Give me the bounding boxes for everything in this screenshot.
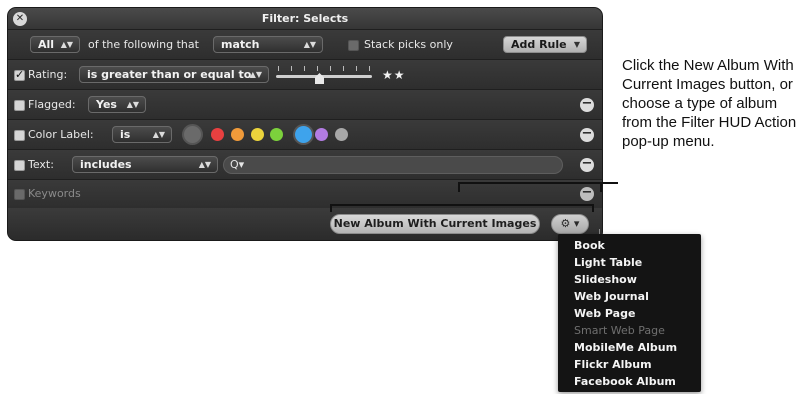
menu-item[interactable]: Facebook Album [558,373,701,390]
window-title: Filter: Selects [261,12,349,25]
flagged-checkbox[interactable] [14,100,25,111]
remove-rule-button[interactable]: − [580,97,594,112]
of-following-text: of the following that [88,38,199,51]
color-swatch[interactable] [251,128,264,141]
hud-footer: New Album With Current Images ⚙ ▾ [8,208,602,240]
match-value: match [221,38,260,51]
color-label-operator-popup[interactable]: is ▲▼ [112,126,172,143]
flagged-row: Flagged: Yes ▲▼ − [8,90,602,120]
menu-item[interactable]: MobileMe Album [558,339,701,356]
chevron-updown-icon: ▲▼ [198,160,211,169]
callout-line [600,182,618,184]
color-swatch[interactable] [315,128,328,141]
slider-tick [317,66,318,71]
chevron-updown-icon: ▲▼ [152,130,165,139]
keywords-label: Keywords [28,187,81,200]
add-rule-button[interactable]: Add Rule ▼ [503,36,587,53]
search-input[interactable]: Q▾ [223,156,563,174]
stack-picks-label: Stack picks only [364,38,453,51]
rating-operator-popup[interactable]: is greater than or equal to ▲▼ [79,66,269,83]
menu-item[interactable]: Flickr Album [558,356,701,373]
action-menu-button[interactable]: ⚙ ▾ [551,214,589,234]
remove-rule-button[interactable]: − [580,127,594,142]
chevron-updown-icon: ▲▼ [60,40,73,49]
slider-tick [304,66,305,71]
chevron-updown-icon: ▲▼ [126,100,139,109]
flagged-value: Yes [96,98,117,111]
text-label: Text: [28,158,54,171]
color-swatch[interactable] [184,126,201,143]
gear-icon: ⚙ ▾ [560,217,580,230]
callout-bracket [458,182,602,192]
slider-tick [278,66,279,71]
menu-item[interactable]: Book [558,237,701,254]
menu-item[interactable]: Slideshow [558,271,701,288]
rating-stars: ★★ [382,68,406,82]
scope-popup[interactable]: All ▲▼ [30,36,80,53]
chevron-updown-icon: ▲▼ [303,40,316,49]
add-rule-label: Add Rule [511,38,567,51]
color-label-checkbox[interactable] [14,130,25,141]
color-swatch[interactable] [270,128,283,141]
color-label-row: Color Label: is ▲▼ − [8,120,602,150]
flagged-value-popup[interactable]: Yes ▲▼ [88,96,146,113]
remove-rule-button[interactable]: − [580,157,594,172]
menu-item[interactable]: Web Journal [558,288,701,305]
slider-track [276,75,372,78]
callout-bracket [330,204,594,212]
match-popup[interactable]: match ▲▼ [213,36,323,53]
text-row: Text: includes ▲▼ Q▾ − [8,150,602,180]
hud-title-bar[interactable]: ✕ Filter: Selects [8,8,602,30]
stack-picks-checkbox[interactable] [348,40,359,51]
match-row: All ▲▼ of the following that match ▲▼ St… [8,30,602,60]
slider-tick [330,66,331,71]
color-swatch[interactable] [335,128,348,141]
flagged-label: Flagged: [28,98,76,111]
slider-tick [343,66,344,71]
chevron-updown-icon: ▲▼ [249,70,262,79]
search-icon[interactable]: Q▾ [230,158,244,171]
caption-text: Click the New Album With Current Images … [622,57,797,150]
new-album-button[interactable]: New Album With Current Images [330,214,540,234]
scope-value: All [38,38,55,51]
text-checkbox[interactable] [14,160,25,171]
color-label-label: Color Label: [28,128,94,141]
color-swatch[interactable] [231,128,244,141]
rating-label: Rating: [28,68,68,81]
chevron-down-icon: ▼ [573,40,580,49]
slider-tick [369,66,370,71]
rating-row: Rating: is greater than or equal to ▲▼ ★… [8,60,602,90]
menu-item: Smart Web Page [574,324,665,337]
menu-item[interactable]: Web Page [558,305,701,322]
slider-tick [291,66,292,71]
action-popup-menu: Book Light Table Slideshow Web Journal Web P… [558,234,701,392]
menu-item[interactable]: Light Table [558,254,701,271]
slider-tick [356,66,357,71]
rating-operator-value: is greater than or equal to [87,68,252,81]
text-operator: includes [80,158,132,171]
rating-checkbox[interactable] [14,68,25,81]
text-operator-popup[interactable]: includes ▲▼ [72,156,218,173]
color-swatch[interactable] [211,128,224,141]
color-label-operator: is [120,128,131,141]
keywords-checkbox[interactable] [14,189,25,200]
color-swatch[interactable] [295,126,312,143]
